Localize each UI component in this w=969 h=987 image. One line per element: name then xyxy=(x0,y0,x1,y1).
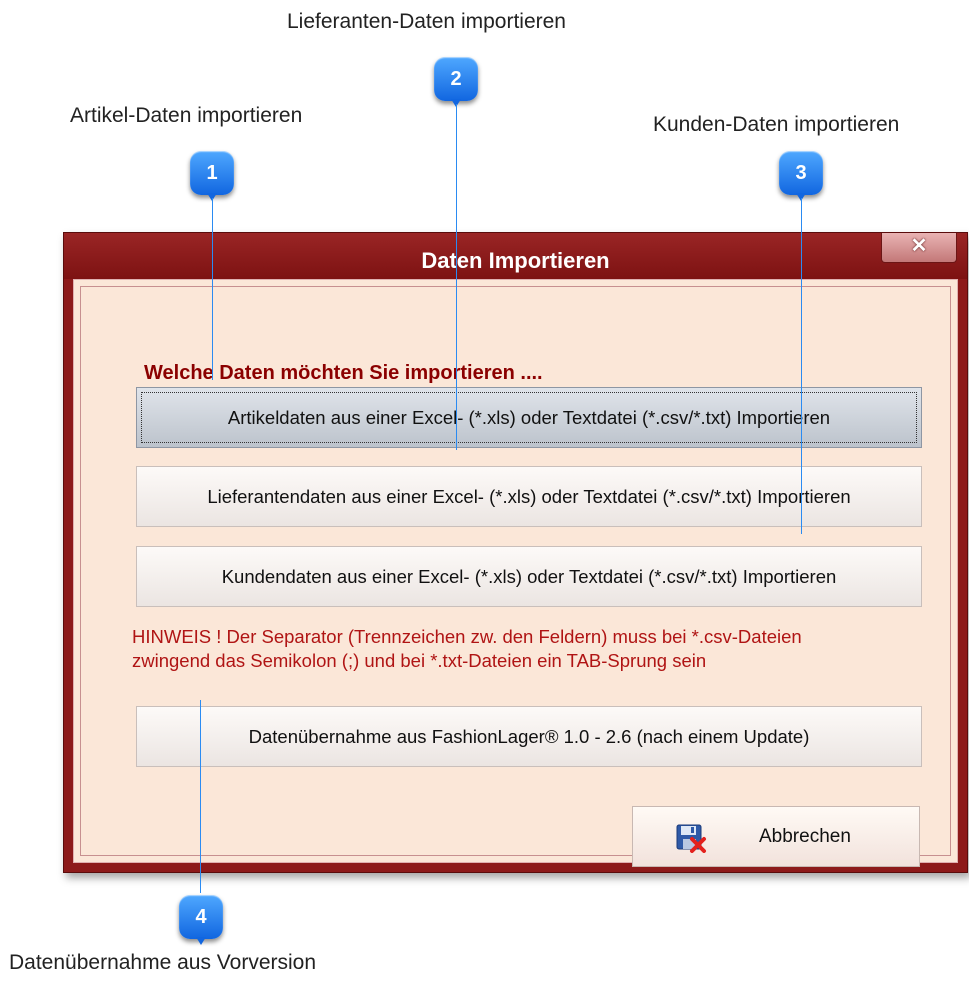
import-customers-button[interactable]: Kundendaten aus einer Excel- (*.xls) ode… xyxy=(136,546,922,607)
dialog-title: Daten Importieren xyxy=(421,248,610,273)
import-suppliers-button[interactable]: Lieferantendaten aus einer Excel- (*.xls… xyxy=(136,466,922,527)
callout-label-2: Lieferanten-Daten importieren xyxy=(287,10,566,33)
close-icon: ✕ xyxy=(910,235,928,257)
dialog-client-area: Welche Daten möchten Sie importieren ...… xyxy=(73,279,958,867)
callout-badge-4: 4 xyxy=(179,895,223,945)
disk-cancel-icon xyxy=(675,823,707,853)
callout-leader-3 xyxy=(801,198,802,534)
cancel-button[interactable]: Abbrechen xyxy=(632,806,920,867)
cancel-label: Abbrechen xyxy=(759,826,851,847)
close-button[interactable]: ✕ xyxy=(881,233,957,263)
import-articles-button[interactable]: Artikeldaten aus einer Excel- (*.xls) od… xyxy=(136,387,922,448)
hint-line-2: zwingend das Semikolon (;) und bei *.txt… xyxy=(132,650,707,671)
callout-badge-1: 1 xyxy=(190,151,234,201)
callout-badge-3: 3 xyxy=(779,151,823,201)
callout-label-1: Artikel-Daten importieren xyxy=(70,104,303,127)
callout-leader-4 xyxy=(200,700,201,893)
hint-line-1: HINWEIS ! Der Separator (Trennzeichen zw… xyxy=(132,626,802,647)
dialog-heading: Welche Daten möchten Sie importieren ...… xyxy=(144,362,543,384)
callout-leader-2 xyxy=(456,104,457,450)
migrate-data-button[interactable]: Datenübernahme aus FashionLager® 1.0 - 2… xyxy=(136,706,922,767)
import-dialog: Daten Importieren ✕ Welche Daten möchten… xyxy=(63,232,968,873)
callout-badge-2: 2 xyxy=(434,57,478,107)
separator-hint: HINWEIS ! Der Separator (Trennzeichen zw… xyxy=(132,625,932,673)
callout-leader-1 xyxy=(212,198,213,380)
dialog-titlebar[interactable]: Daten Importieren ✕ xyxy=(64,233,967,279)
callout-label-3: Kunden-Daten importieren xyxy=(653,113,900,136)
callout-label-4: Datenübernahme aus Vorversion xyxy=(9,951,317,974)
